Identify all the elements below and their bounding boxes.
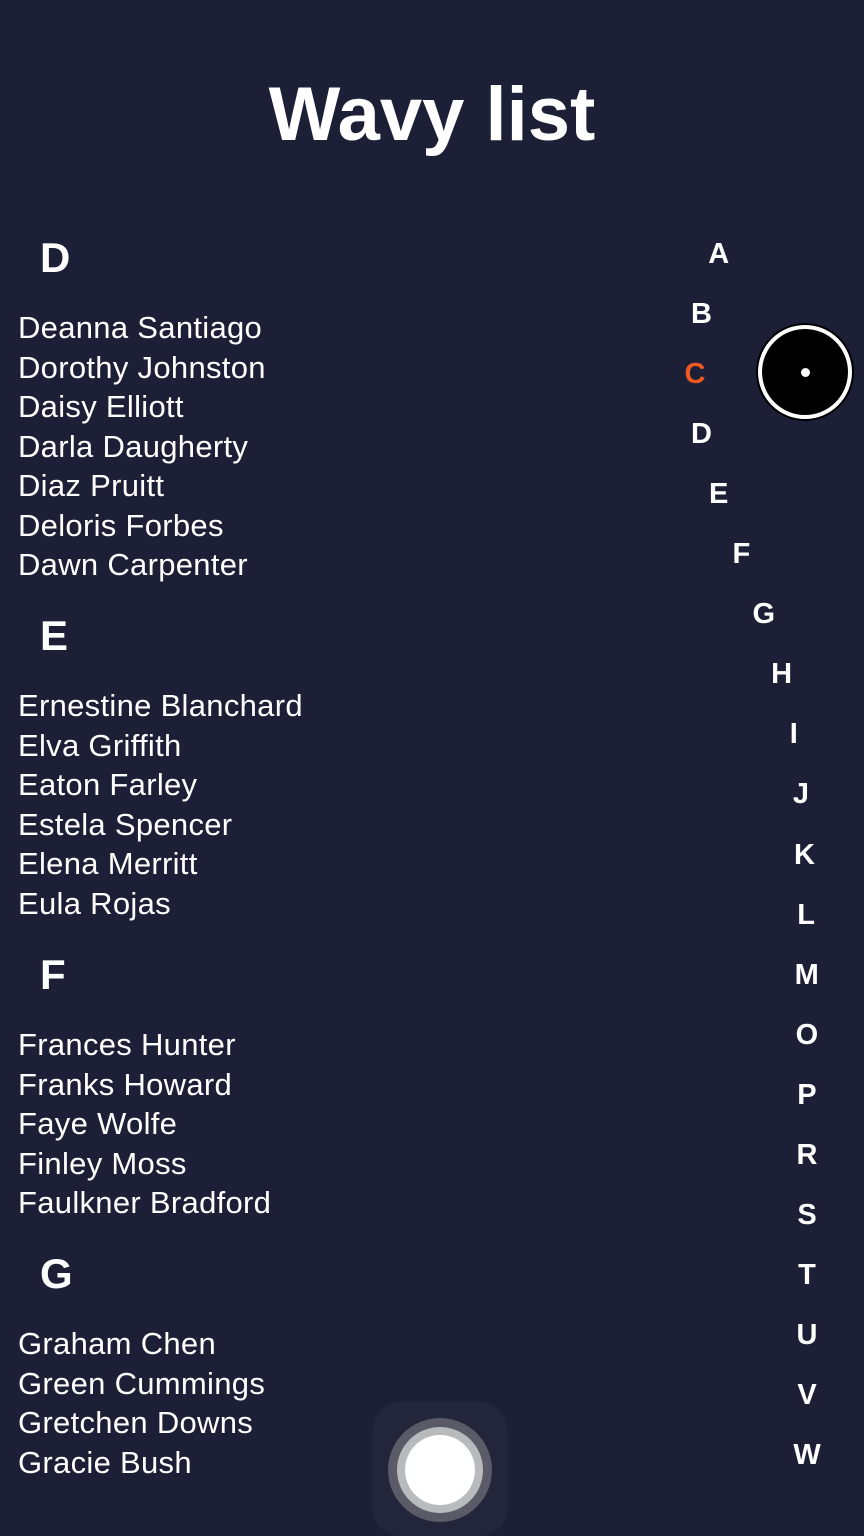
index-letter-s[interactable]: S: [787, 1198, 827, 1232]
index-letter-p[interactable]: P: [787, 1078, 827, 1112]
assistive-touch-center[interactable]: [405, 1435, 475, 1505]
index-letter-o[interactable]: O: [787, 1018, 827, 1052]
index-letter-m[interactable]: M: [787, 958, 827, 992]
index-letter-u[interactable]: U: [787, 1318, 827, 1352]
index-letter-w[interactable]: W: [787, 1438, 827, 1472]
touch-dot: [800, 367, 810, 377]
index-letter-i[interactable]: I: [774, 717, 814, 751]
index-letter-j[interactable]: J: [781, 777, 821, 811]
index-letter-b[interactable]: B: [681, 297, 721, 331]
index-letter-t[interactable]: T: [787, 1258, 827, 1292]
index-letter-e[interactable]: E: [699, 477, 739, 511]
index-letter-g[interactable]: G: [744, 597, 784, 631]
index-letter-l[interactable]: L: [786, 898, 826, 932]
touch-point-icon: [758, 325, 852, 419]
index-letter-k[interactable]: K: [785, 838, 825, 872]
index-letter-v[interactable]: V: [787, 1378, 827, 1412]
index-letter-f[interactable]: F: [721, 537, 761, 571]
index-letter-a[interactable]: A: [699, 237, 739, 271]
index-letter-r[interactable]: R: [787, 1138, 827, 1172]
section-index: ABCDEFGHIJKLMOPRSTUVW: [0, 0, 864, 1536]
index-letter-c[interactable]: C: [675, 357, 715, 391]
index-letter-d[interactable]: D: [681, 417, 721, 451]
index-letter-h[interactable]: H: [762, 657, 802, 691]
